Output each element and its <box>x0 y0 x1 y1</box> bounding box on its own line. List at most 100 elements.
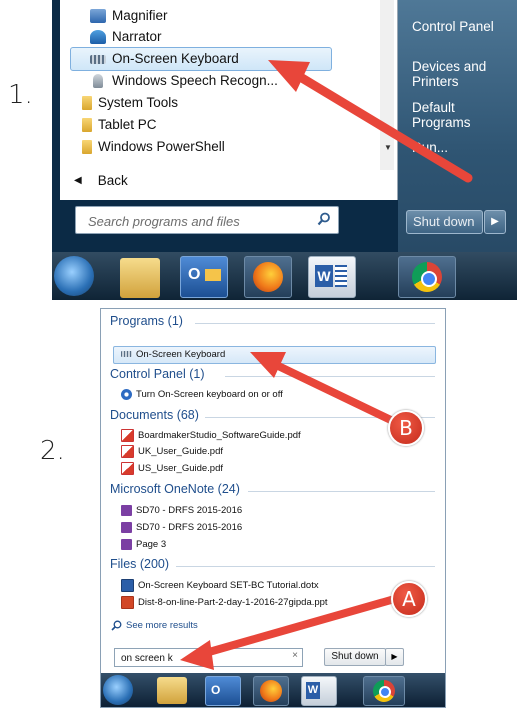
section-divider <box>225 376 435 377</box>
result-turn-on-screen-keyboard[interactable]: Turn On-Screen keyboard on or off <box>121 387 283 401</box>
result-label: Turn On-Screen keyboard on or off <box>136 388 283 400</box>
see-more-results-link[interactable]: See more results <box>111 620 198 631</box>
result-label: Page 3 <box>136 538 167 550</box>
result-dist-8-ppt[interactable]: Dist-8-on-line-Part-2-day-1-2016-27gipda… <box>121 595 328 609</box>
back-label: Back <box>97 172 128 188</box>
shut-down-button[interactable]: Shut down <box>324 648 386 666</box>
section-title-control-panel: Control Panel (1) <box>110 367 205 381</box>
result-onenote-sd70-2[interactable]: SD70 - DRFS 2015-2016 <box>121 520 242 534</box>
search-input[interactable] <box>119 650 283 666</box>
onenote-icon <box>121 538 132 550</box>
section-title-files: Files (200) <box>110 557 170 571</box>
program-label: Magnifier <box>112 8 168 23</box>
search-icon[interactable] <box>317 212 331 226</box>
outlook-icon[interactable]: O <box>205 676 241 706</box>
result-uk-user-guide[interactable]: UK_User_Guide.pdf <box>121 444 223 458</box>
program-item-tablet-pc[interactable]: Tablet PC <box>82 114 157 136</box>
outlook-icon[interactable]: O <box>180 256 228 298</box>
result-boardmaker-guide[interactable]: BoardmakerStudio_SoftwareGuide.pdf <box>121 428 301 442</box>
folder-icon <box>82 118 92 132</box>
pdf-icon <box>121 461 134 475</box>
folder-icon <box>82 140 92 154</box>
result-label: SD70 - DRFS 2015-2016 <box>136 504 243 516</box>
step-number-1: 1. <box>8 80 33 110</box>
shut-down-options-button[interactable]: ▶ <box>484 210 506 234</box>
ease-of-access-icon <box>121 388 132 400</box>
shut-down-button[interactable]: Shut down <box>406 210 483 234</box>
pdf-icon <box>121 444 134 458</box>
start-orb[interactable] <box>103 675 133 705</box>
program-label: Tablet PC <box>98 117 157 132</box>
search-input[interactable] <box>86 210 310 232</box>
program-item-on-screen-keyboard[interactable]: On-Screen Keyboard <box>90 48 239 70</box>
file-explorer-icon[interactable] <box>120 258 160 298</box>
result-on-screen-keyboard[interactable]: On-Screen Keyboard <box>121 347 225 361</box>
word-doc-icon <box>121 578 134 592</box>
result-label: BoardmakerStudio_SoftwareGuide.pdf <box>138 429 301 441</box>
program-item-magnifier[interactable]: Magnifier <box>90 5 168 27</box>
section-title-programs: Programs (1) <box>110 314 183 328</box>
chrome-icon[interactable] <box>398 256 456 298</box>
file-explorer-icon[interactable] <box>157 677 187 704</box>
pdf-icon <box>121 428 134 442</box>
onenote-icon <box>121 521 132 533</box>
narrator-icon <box>90 30 106 44</box>
see-more-label: See more results <box>126 620 198 631</box>
search-box[interactable] <box>75 206 339 234</box>
section-divider <box>176 566 435 567</box>
devices-and-printers-link[interactable]: Devices and Printers <box>412 59 517 89</box>
search-box[interactable]: × <box>114 648 303 667</box>
chrome-icon[interactable] <box>363 676 405 706</box>
control-panel-link[interactable]: Control Panel <box>412 19 494 34</box>
section-divider <box>195 323 435 324</box>
onenote-icon <box>121 504 132 516</box>
result-set-bc-tutorial[interactable]: On-Screen Keyboard SET-BC Tutorial.dotx <box>121 578 319 592</box>
start-menu-search-results-panel: Programs (1) On-Screen Keyboard Control … <box>100 308 446 708</box>
firefox-icon[interactable] <box>253 676 289 706</box>
back-arrow-icon: ◀ <box>74 174 82 186</box>
word-icon[interactable]: W <box>308 256 356 298</box>
programs-list-pane: Magnifier Narrator On-Screen Keyboard Wi… <box>60 0 398 234</box>
firefox-icon[interactable] <box>244 256 292 298</box>
result-onenote-page-3[interactable]: Page 3 <box>121 537 166 551</box>
scrollbar[interactable]: ▼ <box>380 0 394 170</box>
program-label: Narrator <box>112 29 162 44</box>
section-title-onenote: Microsoft OneNote (24) <box>110 482 240 496</box>
start-orb[interactable] <box>54 256 94 296</box>
callout-b: B <box>388 410 424 446</box>
shut-down-options-button[interactable]: ▶ <box>385 648 404 666</box>
program-item-windows-powershell[interactable]: Windows PowerShell <box>82 136 225 158</box>
back-button[interactable]: ◀ Back <box>74 170 128 190</box>
keyboard-icon <box>121 351 132 357</box>
result-us-user-guide[interactable]: US_User_Guide.pdf <box>121 461 223 475</box>
default-programs-link[interactable]: Default Programs <box>412 100 517 130</box>
word-icon[interactable]: W <box>301 676 337 706</box>
program-item-system-tools[interactable]: System Tools <box>82 92 178 114</box>
program-label: System Tools <box>98 95 179 110</box>
magnifier-icon <box>90 9 106 23</box>
ppt-icon <box>121 595 134 609</box>
clear-icon[interactable]: × <box>292 650 298 661</box>
folder-icon <box>82 96 92 110</box>
result-onenote-sd70-1[interactable]: SD70 - DRFS 2015-2016 <box>121 503 242 517</box>
program-item-narrator[interactable]: Narrator <box>90 26 162 48</box>
result-label: On-Screen Keyboard SET-BC Tutorial.dotx <box>138 579 319 591</box>
result-label: UK_User_Guide.pdf <box>138 445 224 457</box>
taskbar: O W <box>52 252 517 300</box>
keyboard-icon <box>90 54 106 64</box>
callout-a: A <box>391 581 427 617</box>
chevron-right-icon: ▶ <box>491 216 499 227</box>
search-icon <box>111 620 122 631</box>
taskbar: O W <box>101 673 445 707</box>
result-label: On-Screen Keyboard <box>136 348 226 360</box>
program-item-speech-recognition[interactable]: Windows Speech Recogn... <box>90 70 278 92</box>
run-link[interactable]: Run... <box>412 140 448 155</box>
result-label: US_User_Guide.pdf <box>138 462 224 474</box>
microphone-icon <box>93 74 103 88</box>
result-label: Dist-8-on-line-Part-2-day-1-2016-27gipda… <box>138 596 328 608</box>
start-menu-right-pane: Control Panel Devices and Printers Defau… <box>398 0 517 252</box>
program-label: Windows PowerShell <box>98 139 225 154</box>
program-label: On-Screen Keyboard <box>112 51 239 66</box>
chevron-right-icon: ▶ <box>391 652 398 661</box>
start-menu-panel-1: Magnifier Narrator On-Screen Keyboard Wi… <box>52 0 517 300</box>
